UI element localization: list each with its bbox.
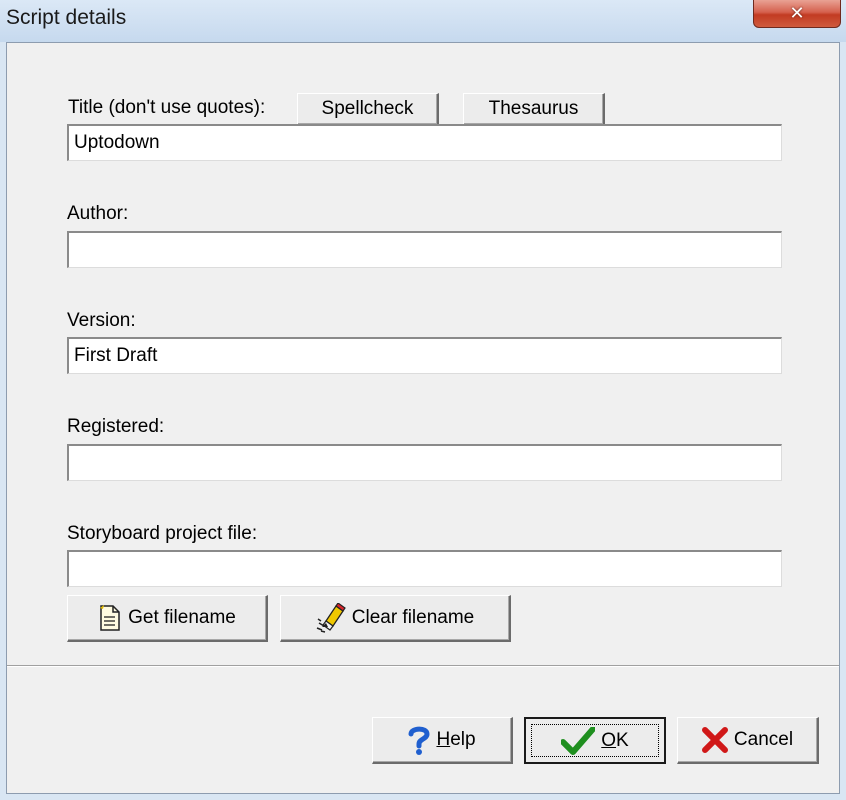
document-icon <box>98 605 122 631</box>
title-label: Title (don't use quotes): <box>68 97 266 118</box>
thesaurus-button[interactable]: Thesaurus <box>463 93 605 126</box>
author-label: Author: <box>67 203 129 224</box>
eraser-icon <box>316 603 346 633</box>
question-mark-icon <box>408 725 430 755</box>
close-button[interactable]: ✕ <box>753 0 841 28</box>
spellcheck-button-label: Spellcheck <box>321 98 414 119</box>
storyboard-input[interactable] <box>67 550 782 587</box>
focus-rectangle <box>531 724 659 757</box>
ok-button[interactable]: OK <box>524 717 666 764</box>
title-input[interactable] <box>67 124 782 161</box>
spellcheck-button[interactable]: Spellcheck <box>297 93 439 126</box>
dialog-body: Title (don't use quotes): Spellcheck The… <box>6 42 840 794</box>
registered-label: Registered: <box>67 416 165 437</box>
clear-filename-button[interactable]: Clear filename <box>280 595 511 642</box>
thesaurus-button-label: Thesaurus <box>488 98 579 119</box>
close-icon: ✕ <box>789 3 805 24</box>
version-input[interactable] <box>67 337 782 374</box>
title-bar: Script details ✕ <box>0 0 846 42</box>
help-button-label: Help <box>436 729 476 750</box>
storyboard-label: Storyboard project file: <box>67 523 258 544</box>
window-title: Script details <box>6 6 127 29</box>
clear-filename-label: Clear filename <box>351 607 475 628</box>
cancel-button[interactable]: Cancel <box>677 717 819 764</box>
author-input[interactable] <box>67 231 782 268</box>
get-filename-button[interactable]: Get filename <box>67 595 268 642</box>
version-label: Version: <box>67 310 136 331</box>
footer-divider <box>7 665 839 667</box>
registered-input[interactable] <box>67 444 782 481</box>
red-x-icon <box>701 727 728 753</box>
cancel-button-label: Cancel <box>733 729 794 750</box>
help-button[interactable]: Help <box>372 717 513 764</box>
get-filename-label: Get filename <box>128 607 236 628</box>
